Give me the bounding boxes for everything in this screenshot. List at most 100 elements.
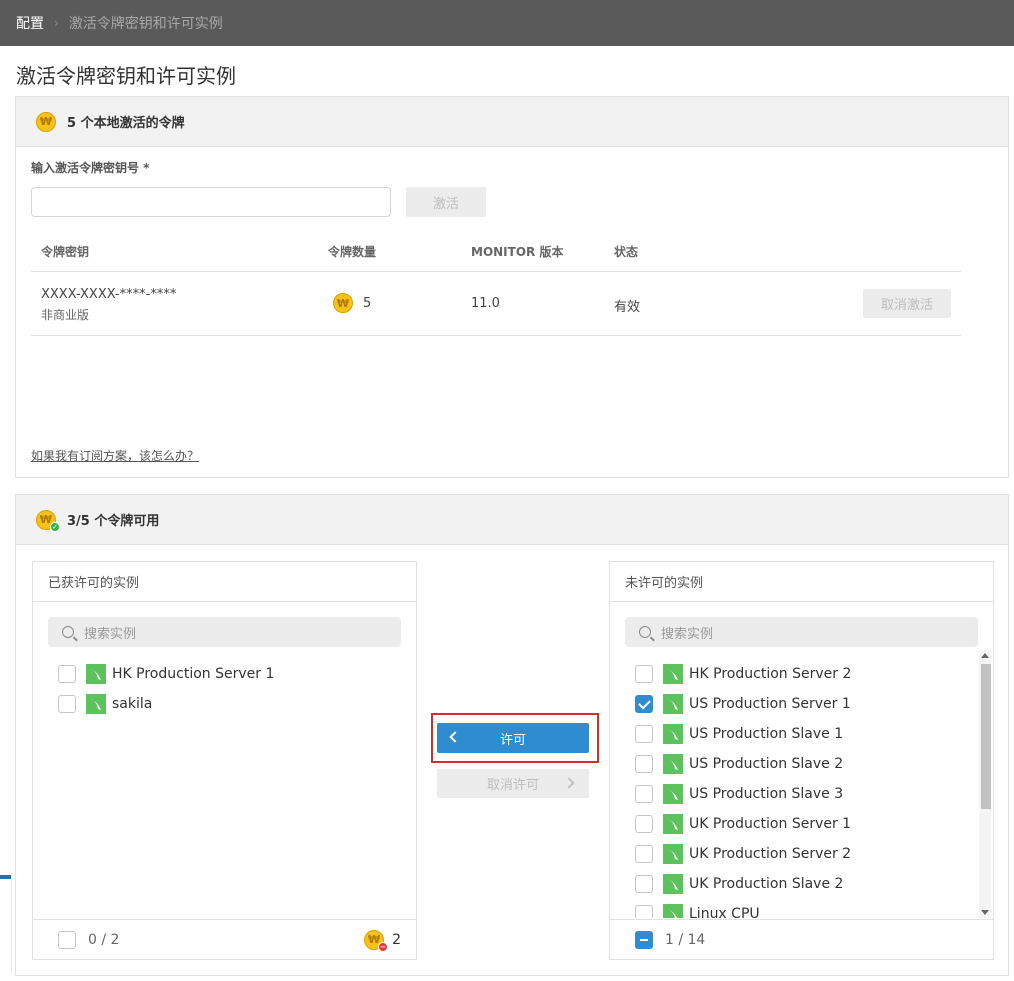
list-item[interactable]: UK Production Server 1 xyxy=(635,812,851,836)
deactivate-button[interactable]: 取消激活 xyxy=(863,289,951,318)
list-item[interactable]: US Production Slave 2 xyxy=(635,752,843,776)
column-header-count: 令牌数量 xyxy=(328,245,377,259)
instance-checkbox[interactable] xyxy=(635,755,653,773)
instance-name: Linux CPU xyxy=(689,906,760,918)
instance-name: UK Production Slave 2 xyxy=(689,876,844,892)
unlicense-button-label: 取消许可 xyxy=(486,778,539,793)
instance-checkbox[interactable] xyxy=(635,725,653,743)
breadcrumb-separator: › xyxy=(54,16,59,30)
tokens-panel-title: 5 个本地激活的令牌 xyxy=(67,116,185,131)
coin-glyph: ₩ xyxy=(39,115,53,128)
coin-glyph: ₩ xyxy=(336,296,350,310)
licensed-token-count: 2 xyxy=(392,931,401,948)
instance-checkbox[interactable] xyxy=(635,875,653,893)
activated-tokens-panel: ₩ 5 个本地激活的令牌 输入激活令牌密钥号 * 激活 令牌密钥 令牌数量 MO… xyxy=(15,96,1009,478)
list-item[interactable]: US Production Server 1 xyxy=(635,692,851,716)
mysql-icon xyxy=(86,664,106,684)
licensed-token-usage: ₩ − 2 xyxy=(364,929,401,952)
licensing-panel-title: 3/5 个令牌可用 xyxy=(67,514,160,529)
left-edge-fragment xyxy=(0,873,12,973)
mysql-icon xyxy=(663,904,683,918)
instance-name: UK Production Server 1 xyxy=(689,816,852,832)
tokens-panel-header: ₩ 5 个本地激活的令牌 xyxy=(16,97,1008,147)
mysql-icon xyxy=(663,694,683,714)
list-item[interactable]: US Production Slave 1 xyxy=(635,722,843,746)
select-all-checkbox-partial[interactable] xyxy=(635,930,653,949)
mysql-icon xyxy=(663,664,683,684)
instance-checkbox[interactable] xyxy=(635,785,653,803)
instance-name: sakila xyxy=(112,696,153,712)
instance-name: US Production Slave 3 xyxy=(689,786,844,802)
token-count: 5 xyxy=(363,296,372,311)
licensed-search-input[interactable]: 搜索实例 xyxy=(48,617,401,647)
unlicensed-search-input[interactable]: 搜索实例 xyxy=(625,617,978,647)
token-key-value: XXXX-XXXX-****-**** xyxy=(41,287,177,302)
instance-checkbox[interactable] xyxy=(58,695,76,713)
chevron-right-icon xyxy=(563,777,575,789)
licensed-selection-count: 0 / 2 xyxy=(88,931,120,948)
instance-checkbox[interactable] xyxy=(635,845,653,863)
search-placeholder: 搜索实例 xyxy=(661,626,714,642)
scroll-down-icon[interactable] xyxy=(981,910,989,915)
licensed-instances-title: 已获许可的实例 xyxy=(33,562,416,602)
mysql-icon xyxy=(663,754,683,774)
token-coin-icon: ₩ xyxy=(333,293,353,313)
instance-name: US Production Slave 1 xyxy=(689,726,844,742)
page-title: 激活令牌密钥和许可实例 xyxy=(16,64,236,88)
instance-name: US Production Server 1 xyxy=(689,696,851,712)
unlicensed-footer: 1 / 14 xyxy=(610,919,993,959)
list-item[interactable]: UK Production Slave 2 xyxy=(635,872,843,896)
list-item[interactable]: US Production Slave 3 xyxy=(635,782,843,806)
instance-checkbox[interactable] xyxy=(635,905,653,918)
instance-checkbox[interactable] xyxy=(635,815,653,833)
license-button[interactable]: 许可 xyxy=(437,723,589,753)
list-item[interactable]: UK Production Server 2 xyxy=(635,842,851,866)
scroll-up-icon[interactable] xyxy=(981,653,989,658)
instance-checkbox[interactable] xyxy=(58,665,76,683)
table-header-divider xyxy=(31,271,961,272)
list-item[interactable]: Linux CPU xyxy=(635,902,760,918)
license-button-label: 许可 xyxy=(499,732,526,748)
unlicensed-list-viewport[interactable]: HK Production Server 2 US Production Ser… xyxy=(610,650,975,918)
search-icon xyxy=(639,626,651,638)
unlicensed-scrollbar[interactable] xyxy=(979,650,991,918)
column-header-version: MONITOR 版本 xyxy=(471,245,564,259)
column-header-status: 状态 xyxy=(614,245,639,259)
check-badge-icon: ✓ xyxy=(50,521,60,532)
top-bar: 配置 › 激活令牌密钥和许可实例 xyxy=(0,0,1014,46)
token-key-input[interactable] xyxy=(31,187,391,217)
instance-name: HK Production Server 2 xyxy=(689,666,852,682)
select-all-checkbox[interactable] xyxy=(58,930,76,949)
mysql-icon xyxy=(663,784,683,804)
breadcrumb-current: 激活令牌密钥和许可实例 xyxy=(68,16,223,32)
token-used-icon: ₩ − xyxy=(364,929,389,952)
instance-name: HK Production Server 1 xyxy=(112,666,275,682)
unlicense-button[interactable]: 取消许可 xyxy=(437,769,589,798)
instance-checkbox[interactable] xyxy=(635,665,653,683)
chevron-left-icon xyxy=(449,731,461,743)
token-coin-icon: ₩ xyxy=(36,111,56,132)
mysql-icon xyxy=(663,874,683,894)
activate-button[interactable]: 激活 xyxy=(406,187,486,217)
token-edition: 非商业版 xyxy=(41,308,90,322)
list-item[interactable]: sakila xyxy=(58,692,152,716)
token-status: 有效 xyxy=(614,300,641,315)
list-item[interactable]: HK Production Server 2 xyxy=(635,662,851,686)
instance-checkbox-checked[interactable] xyxy=(635,695,653,713)
search-icon xyxy=(62,626,74,638)
instance-name: US Production Slave 2 xyxy=(689,756,844,772)
subscription-link[interactable]: 如果我有订阅方案，该怎么办？ xyxy=(31,447,199,464)
token-version: 11.0 xyxy=(471,296,500,311)
unlicensed-selection-count: 1 / 14 xyxy=(665,931,706,948)
unlicensed-instances-panel: 未许可的实例 搜索实例 HK Production Server 2 US Pr… xyxy=(609,561,994,960)
list-item[interactable]: HK Production Server 1 xyxy=(58,662,274,686)
search-placeholder: 搜索实例 xyxy=(84,626,137,642)
breadcrumb-root[interactable]: 配置 xyxy=(16,13,44,33)
instance-name: UK Production Server 2 xyxy=(689,846,852,862)
scrollbar-thumb[interactable] xyxy=(981,664,991,809)
mysql-icon xyxy=(86,694,106,714)
token-available-icon: ₩ ✓ xyxy=(36,509,60,532)
unlicensed-instances-title: 未许可的实例 xyxy=(610,562,993,602)
minus-badge-icon: − xyxy=(378,941,389,952)
column-header-key: 令牌密钥 xyxy=(41,245,90,259)
